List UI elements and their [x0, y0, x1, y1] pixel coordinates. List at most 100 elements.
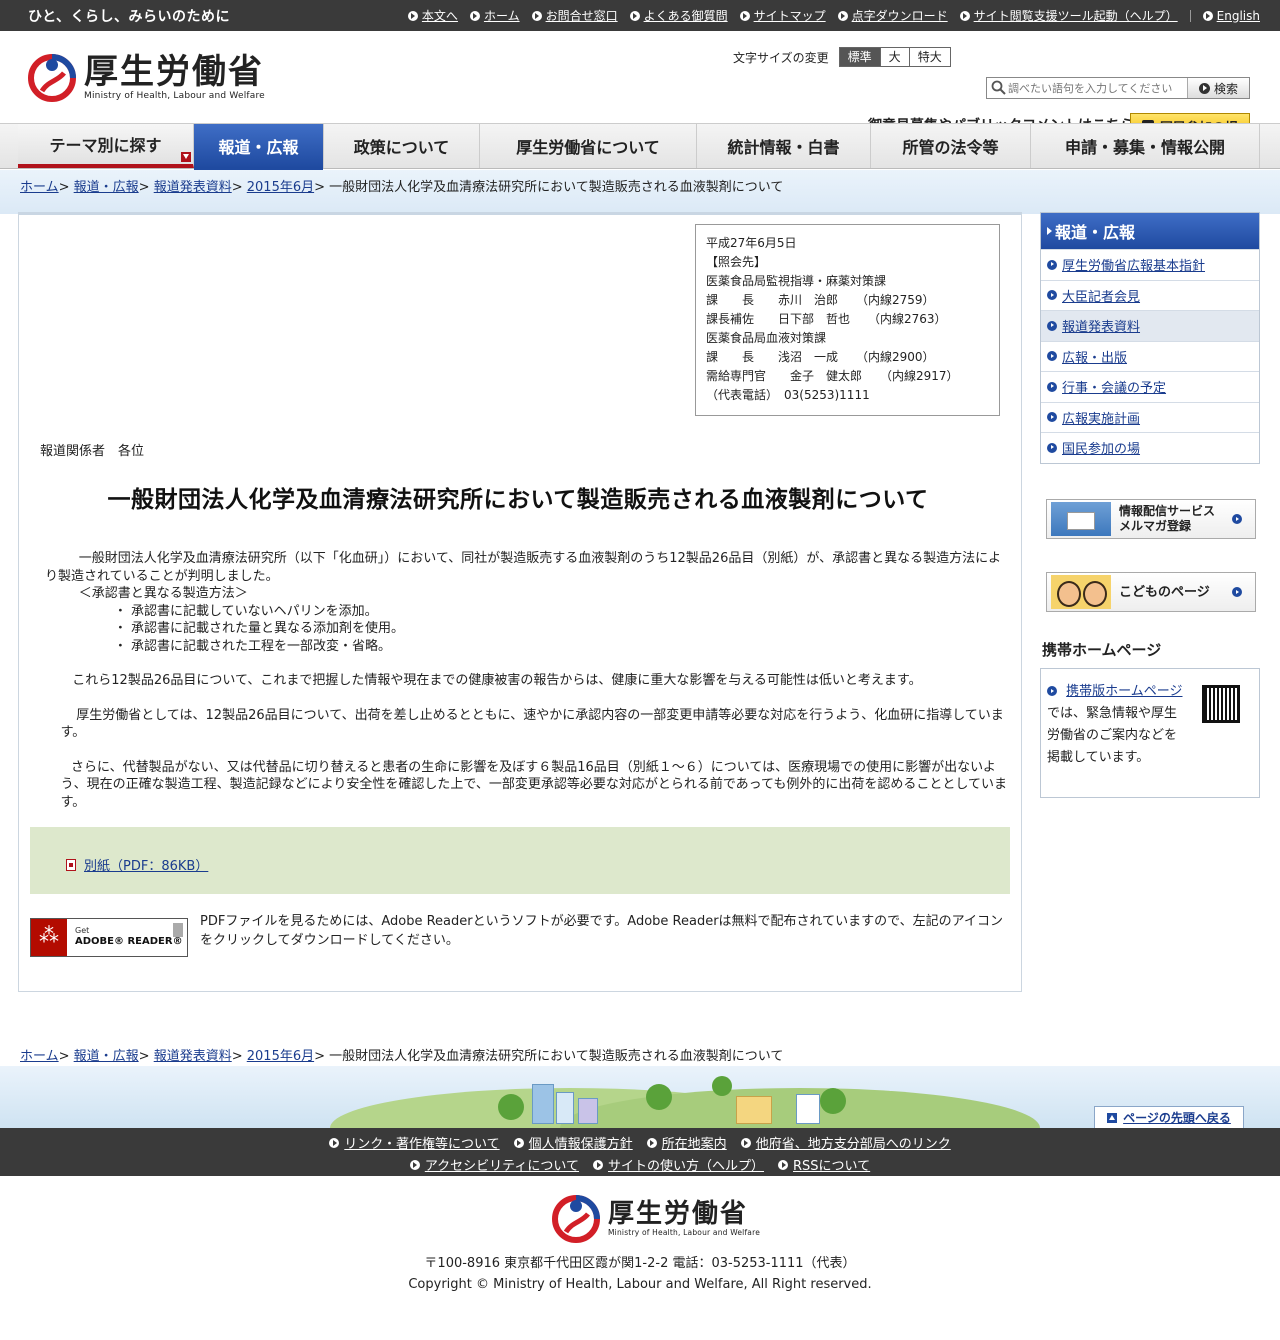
tree-shape — [820, 1088, 846, 1114]
breadcrumb-press[interactable]: 報道・広報 — [74, 180, 139, 195]
global-nav: テーマ別に探す 報道・広報 政策について 厚生労働省について 統計情報・白書 所… — [0, 123, 1280, 172]
breadcrumb-press-releases[interactable]: 報道発表資料 — [154, 180, 232, 195]
building-shape — [578, 1098, 598, 1124]
article-body: 一般財団法人化学及血清療法研究所（以下「化血研」）において、同社が製造販売する血… — [45, 550, 1010, 811]
footer-link-other-ministries[interactable]: 他府省、地方支分部局へのリンク — [740, 1133, 951, 1152]
sidebar-item-publications[interactable]: 広報・出版 — [1041, 340, 1259, 372]
font-size-large-button[interactable]: 大 — [880, 47, 910, 67]
home-icon — [469, 10, 480, 21]
arrow-icon — [1047, 320, 1057, 331]
building-shape — [796, 1094, 820, 1124]
footer-link-copyright[interactable]: リンク・著作権等について — [329, 1133, 500, 1152]
adobe-note: PDFファイルを見るためには、Adobe Readerというソフトが必要です。A… — [200, 914, 1003, 948]
arrow-icon — [593, 1159, 603, 1170]
breadcrumb-month[interactable]: 2015年6月 — [247, 1049, 314, 1064]
mail-magazine-banner[interactable]: 情報配信サービス メルマガ登録 — [1046, 499, 1256, 539]
footer-link-accessibility[interactable]: アクセシビリティについて — [409, 1155, 579, 1174]
download-icon — [173, 923, 183, 937]
page-title: 一般財団法人化学及血清療法研究所において製造販売される血液製剤について — [107, 487, 929, 513]
method-item: ・ 承認書に記載された工程を一部改変・省略。 — [113, 638, 392, 654]
breadcrumb-press-releases[interactable]: 報道発表資料 — [154, 1049, 232, 1064]
arrow-icon — [531, 10, 542, 21]
footer-link-help[interactable]: サイトの使い方（ヘルプ） — [593, 1155, 764, 1174]
adobe-reader-button[interactable]: Get ADOBE® READER® — [30, 918, 188, 957]
qr-code-icon — [1202, 685, 1240, 723]
arrow-icon — [629, 10, 640, 21]
page-top-button[interactable]: ページの先頭へ戻る — [1094, 1106, 1244, 1128]
release-date: 平成27年6月5日 — [706, 236, 797, 250]
sidebar-item-events[interactable]: 行事・会議の予定 — [1041, 371, 1259, 402]
search-button[interactable]: 検索 — [1187, 78, 1249, 98]
accessibility-tool-link[interactable]: サイト閲覧支援ツール起動（ヘルプ） — [959, 7, 1178, 24]
gnav-statistics[interactable]: 統計情報・白書 — [697, 124, 871, 168]
sidebar-item-pr-plan[interactable]: 広報実施計画 — [1041, 401, 1259, 433]
pdf-icon — [66, 858, 76, 871]
arrow-icon — [740, 1137, 751, 1148]
gnav-laws[interactable]: 所管の法令等 — [871, 124, 1031, 168]
search-input[interactable] — [1008, 79, 1180, 97]
top-bar: ひと、くらし、みらいのために 本文へ ホーム お問合せ窓口 よくある御質問 サイ… — [0, 0, 1280, 31]
gnav-press[interactable]: 報道・広報 — [194, 124, 324, 172]
search-icon — [991, 80, 1006, 95]
dropdown-icon — [181, 152, 191, 162]
paragraph: 一般財団法人化学及血清療法研究所（以下「化血研」）において、同社が製造販売する血… — [45, 551, 1002, 584]
contact-line: 課 長 浅沼 一成 （内線2900） — [706, 350, 935, 364]
font-size-xlarge-button[interactable]: 特大 — [909, 47, 951, 67]
arrow-icon — [646, 1137, 657, 1148]
site-logo[interactable]: 厚生労働省 Ministry of Health, Labour and Wel… — [28, 51, 265, 103]
breadcrumb-bottom: ホーム> 報道・広報> 報道発表資料> 2015年6月> 一般財団法人化学及血清… — [20, 1049, 784, 1064]
braille-download-link[interactable]: 点字ダウンロード — [837, 7, 948, 24]
paragraph: これら12製品26品目について、これまで把握した情報や現在までの健康被害の報告か… — [72, 673, 922, 688]
attachment-pdf-link[interactable]: 別紙（PDF：86KB） — [84, 855, 208, 874]
english-link[interactable]: English — [1202, 9, 1260, 23]
gnav-policy[interactable]: 政策について — [324, 124, 480, 168]
tree-shape — [498, 1094, 524, 1120]
adobe-logo-icon — [31, 919, 67, 956]
logo-japanese: 厚生労働省 — [608, 1198, 749, 1229]
arrow-icon — [409, 1159, 420, 1170]
kids-page-banner[interactable]: こどものページ — [1046, 572, 1256, 612]
footer-link-privacy[interactable]: 個人情報保護方針 — [513, 1133, 633, 1152]
gnav-theme-search[interactable]: テーマ別に探す — [18, 124, 194, 168]
sidebar-heading[interactable]: 報道・広報 — [1041, 213, 1259, 249]
arrow-icon — [1047, 290, 1057, 301]
faq-link[interactable]: よくある御質問 — [629, 7, 728, 24]
building-shape — [556, 1092, 574, 1124]
sidebar-item-participation[interactable]: 国民参加の場 — [1041, 432, 1259, 463]
attachment-area: 別紙（PDF：86KB） — [30, 827, 1010, 894]
method-heading: ＜承認書と異なる製造方法＞ — [78, 586, 248, 601]
mobile-site-heading: 携帯ホームページ — [1042, 641, 1162, 659]
breadcrumb-month[interactable]: 2015年6月 — [247, 180, 314, 195]
breadcrumb-press[interactable]: 報道・広報 — [74, 1049, 139, 1064]
sitemap-link[interactable]: サイトマップ — [739, 7, 826, 24]
mail-icon — [1051, 502, 1111, 536]
contact-line: 医薬食品局監視指導・麻薬対策課 — [706, 274, 887, 288]
sidebar-item-press-conference[interactable]: 大臣記者会見 — [1041, 279, 1259, 311]
breadcrumb-home[interactable]: ホーム — [20, 1049, 59, 1064]
contact-info-box: 平成27年6月5日 【照会先】 医薬食品局監視指導・麻薬対策課 課 長 赤川 治… — [695, 224, 1000, 416]
footer-copyright: Copyright © Ministry of Health, Labour a… — [408, 1277, 872, 1292]
font-size-switcher: 文字サイズの変更 標準 大 特大 — [733, 47, 951, 67]
sidebar-item-press-releases[interactable]: 報道発表資料 — [1041, 310, 1259, 341]
arrow-icon — [1232, 514, 1242, 524]
arrow-icon — [1198, 82, 1210, 94]
footer-link-location[interactable]: 所在地案内 — [646, 1133, 727, 1152]
breadcrumb-current: 一般財団法人化学及血清療法研究所において製造販売される血液製剤について — [329, 1049, 784, 1064]
footer-link-rss[interactable]: RSSについて — [778, 1155, 870, 1174]
footer-address: 〒100-8916 東京都千代田区霞が関1-2-2 電話：03-5253-111… — [424, 1256, 856, 1271]
mobile-site-link[interactable]: 携帯版ホームページ — [1066, 684, 1182, 699]
arrow-icon — [1202, 10, 1213, 21]
arrow-icon — [1047, 259, 1057, 270]
arrow-icon — [959, 10, 970, 21]
font-size-standard-button[interactable]: 標準 — [838, 47, 881, 67]
breadcrumb-home[interactable]: ホーム — [20, 180, 59, 195]
contact-link[interactable]: お問合せ窓口 — [531, 7, 618, 24]
breadcrumb: ホーム> 報道・広報> 報道発表資料> 2015年6月> 一般財団法人化学及血清… — [20, 180, 784, 195]
sidebar-item-pr-policy[interactable]: 厚生労働省広報基本指針 — [1041, 249, 1259, 280]
tree-shape — [712, 1076, 732, 1096]
skip-to-content-link[interactable]: 本文へ — [407, 7, 458, 24]
home-link[interactable]: ホーム — [469, 7, 520, 24]
gnav-about[interactable]: 厚生労働省について — [480, 124, 697, 168]
arrow-icon — [1047, 412, 1057, 423]
gnav-applications[interactable]: 申請・募集・情報公開 — [1031, 124, 1260, 168]
